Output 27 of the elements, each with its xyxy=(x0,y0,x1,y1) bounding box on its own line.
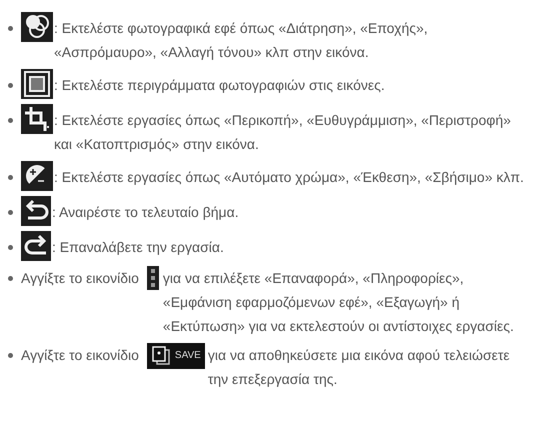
item-text: : Εκτελέστε φωτογραφικά εφέ όπως «Διάτρηση», «Εποχής», «Ασπρόμαυρο», «Αλλαγή τόνου» κλπ στην εικόνα. xyxy=(54,19,429,62)
bullet-icon xyxy=(8,83,13,88)
bullet-icon xyxy=(8,210,13,215)
item-text: για να αποθηκεύσετε μια εικόνα αφού τελειώσετε την επεξεργασία της. xyxy=(208,346,511,389)
item-text: : Εκτελέστε εργασίες όπως «Περικοπή», «Ευθυγράμμιση», «Περιστροφή» και «Κατοπτρισμός» στην εικόνα. xyxy=(54,111,512,154)
more-icon xyxy=(146,266,159,290)
item-text: : Εκτελέστε εργασίες όπως «Αυτόματο χρώμα», «Έκθεση», «Σβήσιμο» κλπ. xyxy=(54,168,525,187)
bullet-icon xyxy=(8,353,13,358)
undo-icon xyxy=(21,196,51,226)
bullet-icon xyxy=(8,118,13,123)
bullet-icon xyxy=(8,276,13,281)
bullet-icon xyxy=(8,26,13,31)
item-text: : Αναιρέστε το τελευταίο βήμα. xyxy=(52,203,240,222)
item-text: Αγγίξτε το εικονίδιο xyxy=(21,346,139,365)
redo-icon xyxy=(21,231,51,261)
frame-icon xyxy=(21,69,53,99)
bullet-icon xyxy=(8,245,13,250)
photo-icon xyxy=(150,346,171,366)
item-text: : Εκτελέστε περιγράμματα φωτογραφιών στις εικόνες. xyxy=(54,76,386,95)
crop-icon xyxy=(21,104,53,134)
overlapping-circles-icon xyxy=(21,12,53,42)
item-text: για να επιλέξετε «Επαναφορά», «Πληροφορίες», «Εμφάνιση εφαρμοζόμενων εφέ», «Εξαγωγή» ή «Εκτύπωση» για να εκτελεστούν οι αντίστοιχες εργασίες. xyxy=(162,269,515,336)
exposure-icon xyxy=(21,161,53,191)
item-text: Αγγίξτε το εικονίδιο xyxy=(21,269,139,288)
item-text: : Επαναλάβετε την εργασία. xyxy=(52,238,225,257)
save-label: SAVE xyxy=(174,350,201,362)
bullet-icon xyxy=(8,175,13,180)
